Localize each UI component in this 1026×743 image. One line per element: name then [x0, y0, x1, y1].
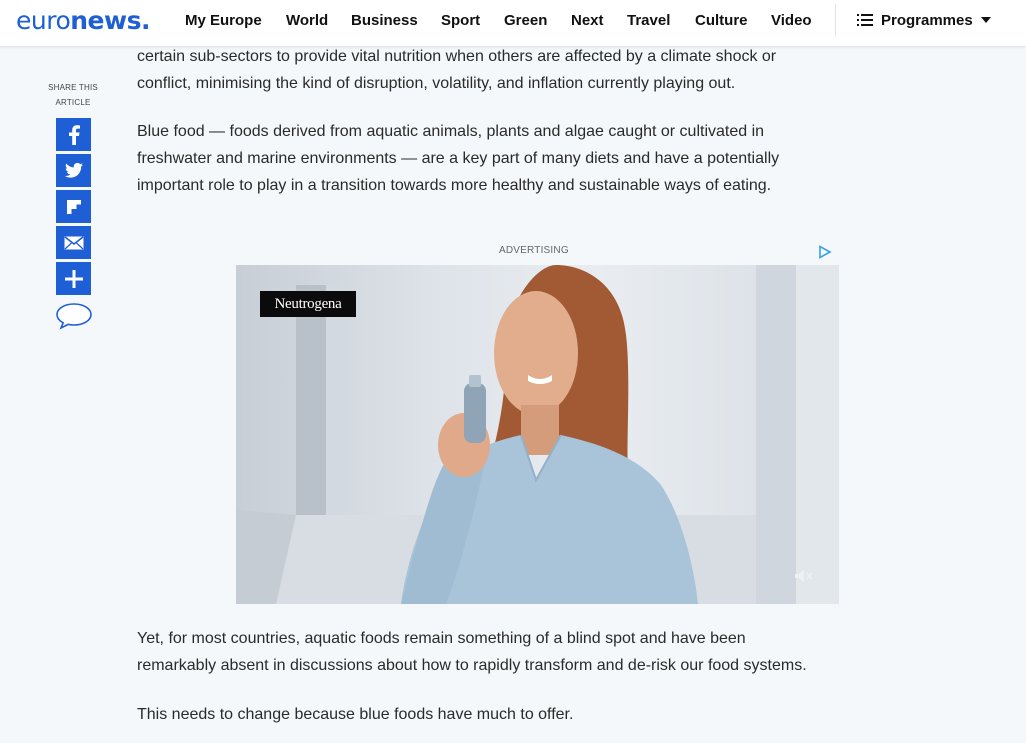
comment-button[interactable] [55, 302, 93, 335]
nav-item-culture[interactable]: Culture [695, 12, 748, 29]
article-paragraph-1: certain sub-sectors to provide vital nut… [137, 43, 937, 97]
share-more-button[interactable] [56, 262, 91, 295]
ad-choices-icon[interactable] [818, 245, 832, 264]
paragraph-line: Yet, for most countries, aquatic foods r… [137, 630, 746, 647]
plus-icon [64, 269, 83, 288]
comment-icon [56, 303, 92, 330]
nav-item-green[interactable]: Green [504, 12, 547, 29]
paragraph-line: conflict, minimising the kind of disrupt… [137, 75, 736, 92]
nav-divider [835, 4, 836, 36]
share-label: SHARE THIS ARTICLE [40, 80, 106, 110]
logo-text-euro: euro [16, 6, 71, 35]
nav-item-video[interactable]: Video [771, 12, 812, 29]
nav-item-world[interactable]: World [286, 12, 328, 29]
nav-item-travel[interactable]: Travel [627, 12, 670, 29]
share-flipboard-button[interactable] [56, 190, 91, 223]
mute-icon[interactable] [794, 569, 814, 588]
chevron-down-icon [980, 17, 991, 23]
paragraph-line: certain sub-sectors to provide vital nut… [137, 48, 777, 65]
euronews-logo[interactable]: euronews. [16, 6, 150, 35]
share-label-line2: ARTICLE [55, 98, 91, 107]
facebook-icon [68, 124, 80, 145]
twitter-icon [64, 163, 83, 178]
nav-item-next[interactable]: Next [571, 12, 604, 29]
programmes-menu-button[interactable]: Programmes [857, 12, 991, 30]
paragraph-line: freshwater and marine environments — are… [137, 150, 780, 167]
article-paragraph-3: Yet, for most countries, aquatic foods r… [137, 625, 937, 679]
paragraph-line: remarkably absent in discussions about h… [137, 657, 807, 674]
paragraph-line: Blue food — foods derived from aquatic a… [137, 123, 765, 140]
site-header: euronews. My Europe World Business Sport… [0, 0, 1026, 47]
nav-item-my-europe[interactable]: My Europe [185, 12, 262, 29]
share-email-button[interactable] [56, 226, 91, 259]
share-label-line1: SHARE THIS [48, 83, 98, 92]
programmes-label: Programmes [881, 12, 973, 29]
nav-item-business[interactable]: Business [351, 12, 418, 29]
share-twitter-button[interactable] [56, 154, 91, 187]
flipboard-icon [66, 199, 81, 214]
article-paragraph-4: This needs to change because blue foods … [137, 701, 937, 728]
email-icon [64, 235, 83, 249]
list-menu-icon [857, 13, 873, 30]
ad-video[interactable]: Neutrogena [236, 265, 839, 604]
logo-text-news: news [70, 6, 141, 35]
ad-label: ADVERTISING [499, 245, 569, 256]
article-paragraph-2: Blue food — foods derived from aquatic a… [137, 118, 937, 199]
share-facebook-button[interactable] [56, 118, 91, 151]
paragraph-line: important role to play in a transition t… [137, 177, 772, 194]
ad-brand-logo: Neutrogena [260, 291, 356, 317]
nav-item-sport[interactable]: Sport [441, 12, 480, 29]
paragraph-line: This needs to change because blue foods … [137, 706, 574, 723]
logo-dot: . [140, 6, 151, 35]
